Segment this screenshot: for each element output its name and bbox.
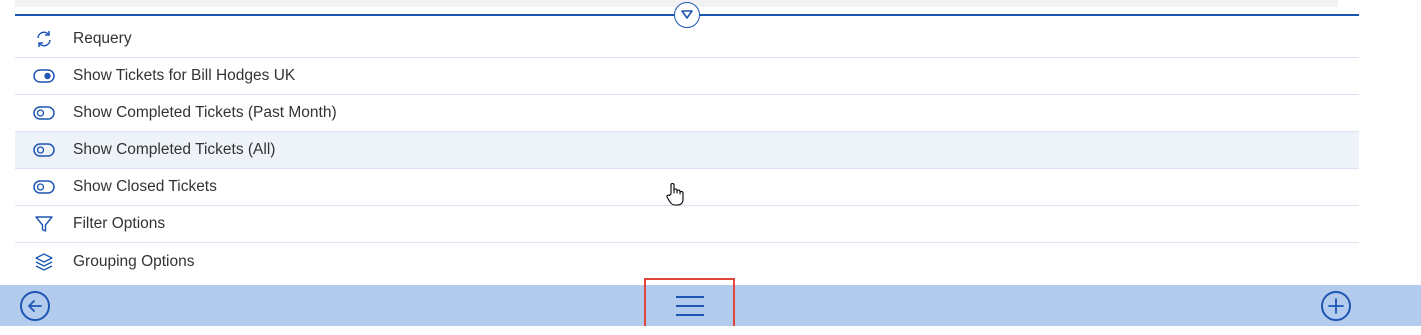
arrow-left-circle-icon	[28, 300, 42, 312]
toggle-off-icon[interactable]	[32, 138, 56, 162]
filter-icon	[32, 212, 56, 236]
toggle-off-icon[interactable]	[32, 101, 56, 125]
menu-item-label: Requery	[73, 30, 132, 47]
menu-item-show-closed-tickets[interactable]: Show Closed Tickets	[15, 169, 1359, 206]
menu-item-show-tickets-bill-hodges[interactable]: Show Tickets for Bill Hodges UK	[15, 58, 1359, 95]
layers-icon	[32, 250, 56, 274]
menu-item-label: Show Tickets for Bill Hodges UK	[73, 67, 296, 84]
toggle-on-icon[interactable]	[32, 64, 56, 88]
plus-circle-icon	[1328, 298, 1344, 314]
refresh-icon	[32, 27, 56, 51]
menu-item-label: Filter Options	[73, 215, 166, 232]
menu-item-grouping-options[interactable]: Grouping Options	[15, 243, 1359, 280]
add-button[interactable]	[1321, 291, 1351, 321]
menu-item-requery[interactable]: Requery	[15, 21, 1359, 58]
menu-item-label: Show Completed Tickets (All)	[73, 141, 276, 158]
hamburger-menu-icon	[675, 296, 704, 316]
hand-pointer-icon	[664, 182, 686, 208]
menu-item-label: Grouping Options	[73, 252, 195, 270]
bottom-edge	[0, 326, 1421, 335]
chevron-down-circle-icon	[681, 10, 693, 19]
menu-item-show-completed-past-month[interactable]: Show Completed Tickets (Past Month)	[15, 95, 1359, 132]
options-menu: Requery Show Tickets for Bill Hodges UK …	[15, 21, 1359, 280]
menu-item-label: Show Completed Tickets (Past Month)	[73, 104, 337, 121]
menu-item-show-completed-all[interactable]: Show Completed Tickets (All)	[15, 132, 1359, 169]
back-button[interactable]	[20, 291, 50, 321]
menu-item-label: Show Closed Tickets	[73, 178, 217, 195]
toggle-off-icon[interactable]	[32, 175, 56, 199]
bottom-toolbar	[0, 278, 1421, 334]
menu-item-filter-options[interactable]: Filter Options	[15, 206, 1359, 243]
